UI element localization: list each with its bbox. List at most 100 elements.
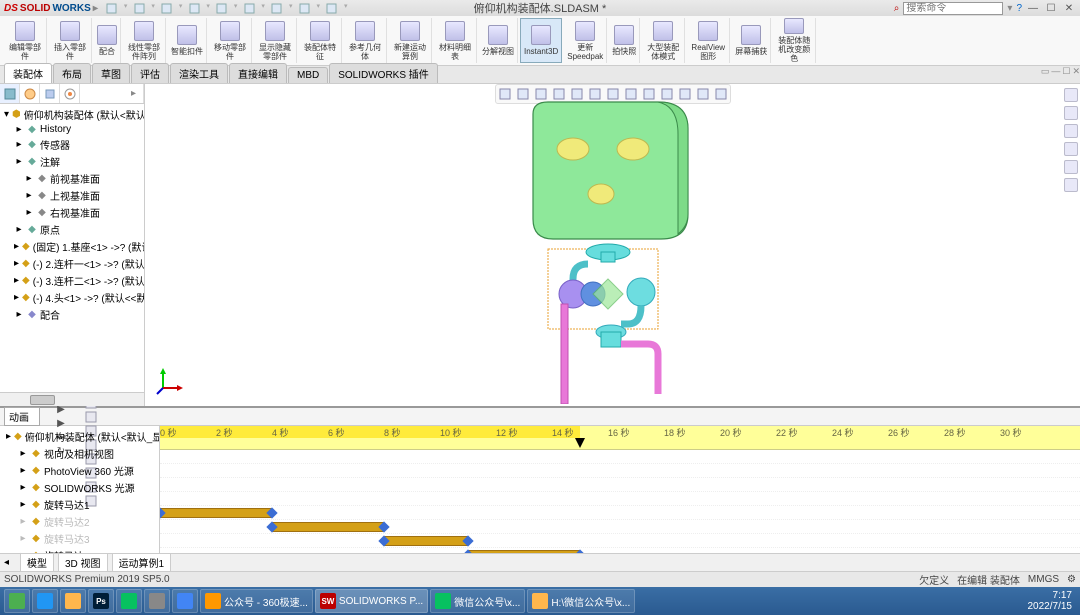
motion-item-sw[interactable]: ▸◆SOLIDWORKS 光源	[2, 479, 157, 496]
ribbon-拍快照[interactable]: 拍快照	[609, 18, 640, 63]
taskbar-start[interactable]	[4, 589, 30, 613]
new-icon[interactable]	[106, 2, 118, 14]
undo-dropdown[interactable]: ▾	[234, 2, 238, 14]
ribbon-分解视图[interactable]: 分解视图	[479, 18, 518, 63]
tree-item-part[interactable]: ▸◆(-) 2.连杆一<1> ->? (默认<<默认	[2, 255, 142, 272]
motion-item-motor-dim[interactable]: ▸◆旋转马达3	[2, 530, 157, 547]
tab-scroll-left[interactable]: ◂	[4, 557, 9, 568]
playhead[interactable]	[575, 438, 585, 448]
doc-tab-3D 视图[interactable]: 3D 视图	[58, 553, 108, 572]
taskbar-explorer[interactable]: H:\微信公众号\x...	[527, 589, 635, 613]
tree-scrollbar[interactable]	[0, 392, 144, 406]
tree-item-mate[interactable]: ▸◆配合	[2, 306, 142, 323]
status-custom-icon[interactable]: ⚙	[1067, 574, 1076, 585]
select-icon[interactable]	[271, 2, 283, 14]
tab-装配体[interactable]: 装配体	[4, 63, 52, 83]
decal-tab[interactable]	[1064, 106, 1078, 120]
track-row[interactable]	[160, 506, 1080, 520]
open-dropdown[interactable]: ▾	[151, 2, 155, 14]
tree-item-plane[interactable]: ▸◆右视基准面	[2, 204, 142, 221]
mdi-max[interactable]: ☐	[1062, 66, 1070, 77]
property-manager-tab[interactable]	[20, 84, 40, 103]
camera-tab[interactable]	[1064, 142, 1078, 156]
tree-item-note[interactable]: ▸◆注解	[2, 153, 142, 170]
save-icon[interactable]	[161, 2, 173, 14]
motion-item-pv[interactable]: ▸◆PhotoView 360 光源	[2, 462, 157, 479]
track-row[interactable]	[160, 478, 1080, 492]
tree-item-origin[interactable]: ▸◆原点	[2, 221, 142, 238]
scene-tab[interactable]	[1064, 124, 1078, 138]
tree-item-part[interactable]: ▸◆(-) 4.头<1> ->? (默认<<默_显	[2, 289, 142, 306]
track-bar[interactable]	[272, 522, 384, 532]
mdi-close[interactable]: ✕	[1072, 66, 1080, 77]
ribbon-参考几何体[interactable]: 参考几何体	[344, 18, 387, 63]
track-row[interactable]	[160, 492, 1080, 506]
track-bar[interactable]	[468, 550, 580, 553]
tab-SOLIDWORKS 插件[interactable]: SOLIDWORKS 插件	[329, 63, 438, 83]
tab-评估[interactable]: 评估	[131, 63, 169, 83]
ribbon-更新Speedpak[interactable]: 更新Speedpak	[564, 18, 607, 63]
mdi-min[interactable]: —	[1051, 66, 1060, 77]
select-dropdown[interactable]: ▾	[289, 2, 293, 14]
print-icon[interactable]	[188, 2, 200, 14]
taskbar-wechat[interactable]	[116, 589, 142, 613]
taskbar-folder[interactable]	[60, 589, 86, 613]
ribbon-屏幕捕获[interactable]: 屏幕捕获	[732, 18, 771, 63]
time-ruler[interactable]: 0 秒2 秒4 秒6 秒8 秒10 秒12 秒14 秒16 秒18 秒20 秒2…	[160, 426, 1080, 450]
tree-item-plane[interactable]: ▸◆前视基准面	[2, 170, 142, 187]
doc-tab-模型[interactable]: 模型	[20, 553, 54, 572]
taskbar-sw[interactable]: SWSOLIDWORKS P...	[315, 589, 428, 613]
help-icon[interactable]: ?	[1016, 3, 1022, 14]
ribbon-材料明细表[interactable]: 材料明细表	[434, 18, 477, 63]
appearance-tab[interactable]	[1064, 88, 1078, 102]
taskbar-chrome[interactable]	[172, 589, 198, 613]
tree-item-plane[interactable]: ▸◆上视基准面	[2, 187, 142, 204]
redo-icon[interactable]	[243, 2, 255, 14]
track-bar[interactable]	[384, 536, 468, 546]
close-button[interactable]: ✕	[1062, 3, 1076, 14]
track-row[interactable]	[160, 450, 1080, 464]
ribbon-智能扣件[interactable]: 智能扣件	[168, 18, 207, 63]
ribbon-大型装配体模式[interactable]: 大型装配体模式	[642, 18, 685, 63]
motion-tool-results[interactable]	[84, 410, 98, 424]
rebuild-icon[interactable]	[298, 2, 310, 14]
tree-item-sensor[interactable]: ▸◆传感器	[2, 136, 142, 153]
walk-tab[interactable]	[1064, 178, 1078, 192]
tab-渲染工具[interactable]: 渲染工具	[170, 63, 228, 83]
view-triad[interactable]	[155, 366, 185, 396]
ribbon-配合[interactable]: 配合	[94, 18, 121, 63]
status-units[interactable]: MMGS	[1028, 574, 1059, 585]
doc-tab-运动算例1[interactable]: 运动算例1	[112, 553, 172, 572]
minimize-button[interactable]: —	[1026, 3, 1040, 14]
maximize-button[interactable]: ☐	[1044, 3, 1058, 14]
tab-草图[interactable]: 草图	[92, 63, 130, 83]
ribbon-移动零部件[interactable]: 移动零部件	[209, 18, 252, 63]
study-type-dropdown[interactable]: 动画	[4, 407, 40, 426]
graphics-viewport[interactable]: ▭ — ☐ ✕	[145, 84, 1080, 406]
tab-MBD[interactable]: MBD	[288, 67, 328, 83]
motion-timeline[interactable]: 0 秒2 秒4 秒6 秒8 秒10 秒12 秒14 秒16 秒18 秒20 秒2…	[160, 426, 1080, 553]
undo-icon[interactable]	[216, 2, 228, 14]
taskbar-ps[interactable]: Ps	[88, 589, 114, 613]
display-manager-tab[interactable]	[60, 84, 80, 103]
options-dropdown[interactable]: ▾	[344, 2, 348, 14]
light-tab[interactable]	[1064, 160, 1078, 174]
save-dropdown[interactable]: ▾	[179, 2, 183, 14]
ribbon-装配体特征[interactable]: 装配体特征	[299, 18, 342, 63]
motion-item-motor[interactable]: ▸◆旋转马达1	[2, 496, 157, 513]
taskbar-360[interactable]: 公众号 - 360极速...	[200, 589, 313, 613]
new-dropdown[interactable]: ▾	[124, 2, 128, 14]
open-icon[interactable]	[133, 2, 145, 14]
ribbon-插入零部件[interactable]: 插入零部件	[49, 18, 92, 63]
search-dropdown-icon[interactable]: ▾	[1007, 3, 1012, 14]
track-row[interactable]	[160, 464, 1080, 478]
motion-item-motor-dim[interactable]: ▸◆旋转马达2	[2, 513, 157, 530]
taskbar-colorwheel[interactable]	[144, 589, 170, 613]
track-row[interactable]	[160, 548, 1080, 553]
config-manager-tab[interactable]	[40, 84, 60, 103]
tree-item-part[interactable]: ▸◆(-) 3.连杆二<1> ->? (默认<<默认	[2, 272, 142, 289]
ribbon-装配体随机改变颜色[interactable]: 装配体随机改变颜色	[773, 18, 816, 63]
options-icon[interactable]	[326, 2, 338, 14]
tree-item-history[interactable]: ▸◆History	[2, 123, 142, 136]
ribbon-instant3d[interactable]: Instant3D	[520, 18, 562, 63]
